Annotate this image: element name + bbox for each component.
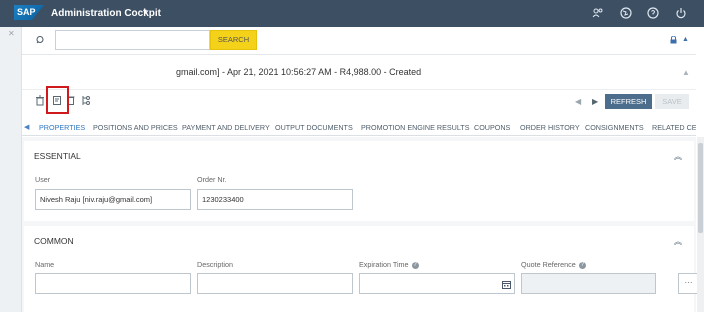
workflow-icon[interactable] bbox=[80, 95, 92, 107]
search-input[interactable] bbox=[55, 30, 210, 50]
previous-icon[interactable]: ◀ bbox=[575, 97, 581, 106]
search-row: SEARCH ▲ bbox=[22, 27, 696, 55]
section-title: COMMON bbox=[34, 236, 74, 246]
calendar-icon[interactable] bbox=[502, 277, 511, 296]
tab-order-history[interactable]: ORDER HISTORY bbox=[520, 123, 580, 132]
help-icon[interactable]: ? bbox=[578, 261, 586, 269]
search-type-icon[interactable] bbox=[35, 35, 45, 48]
tab-bar: ◀ PROPERTIES POSITIONS AND PRICES PAYMEN… bbox=[22, 120, 696, 136]
search-button[interactable]: SEARCH bbox=[210, 30, 257, 50]
tab-related[interactable]: RELATED CE bbox=[652, 123, 696, 132]
chevron-down-icon[interactable]: ▾ bbox=[143, 7, 147, 16]
description-field[interactable] bbox=[197, 273, 353, 294]
next-icon[interactable]: ▶ bbox=[592, 97, 598, 106]
refresh-button[interactable]: REFRESH bbox=[605, 94, 652, 109]
quote-reference-label: Quote Reference? bbox=[521, 260, 586, 269]
tab-output-documents[interactable]: OUTPUT DOCUMENTS bbox=[275, 123, 353, 132]
sap-logo: SAP bbox=[14, 5, 44, 20]
quote-reference-field[interactable]: ··· bbox=[521, 273, 699, 294]
help-icon[interactable]: ? bbox=[411, 261, 419, 269]
close-icon[interactable]: ✕ bbox=[8, 29, 15, 38]
annotation-highlight bbox=[46, 86, 69, 114]
user-label: User bbox=[35, 175, 51, 184]
expiration-time-field[interactable] bbox=[359, 273, 515, 294]
tab-properties[interactable]: PROPERTIES bbox=[39, 123, 85, 132]
collapse-icon[interactable]: ︽ bbox=[674, 151, 682, 162]
save-button[interactable]: SAVE bbox=[655, 94, 689, 109]
name-label: Name bbox=[35, 260, 55, 269]
power-icon[interactable] bbox=[675, 7, 687, 19]
collapse-icon[interactable]: ▲ bbox=[682, 68, 690, 77]
common-section: COMMON ︽ Name Description Expiration Tim… bbox=[24, 226, 699, 312]
left-rail: ✕ bbox=[0, 27, 22, 312]
users-icon[interactable] bbox=[592, 7, 604, 19]
redacted-area bbox=[24, 64, 176, 80]
tab-payment-and-delivery[interactable]: PAYMENT AND DELIVERY bbox=[182, 123, 270, 132]
description-label: Description bbox=[197, 260, 233, 269]
tab-consignments[interactable]: CONSIGNMENTS bbox=[585, 123, 644, 132]
order-number-field[interactable]: 1230233400 bbox=[197, 189, 353, 210]
section-title: ESSENTIAL bbox=[34, 151, 81, 161]
scrollbar-thumb[interactable] bbox=[698, 143, 703, 233]
properties-panel: ESSENTIAL ︽ User Nivesh Raju [niv.raju@g… bbox=[22, 137, 699, 312]
collapse-icon[interactable]: ︽ bbox=[674, 236, 682, 247]
user-field[interactable]: Nivesh Raju [niv.raju@gmail.com] bbox=[35, 189, 191, 210]
expiration-time-label-text: Expiration Time bbox=[359, 260, 409, 269]
object-title-row: gmail.com] - Apr 21, 2021 10:56:27 AM - … bbox=[22, 58, 696, 88]
tab-scroll-left-icon[interactable]: ◀ bbox=[24, 123, 29, 131]
tab-promotion-engine-results[interactable]: PROMOTION ENGINE RESULTS bbox=[361, 123, 470, 132]
delete-icon[interactable] bbox=[34, 95, 46, 107]
quote-reference-label-text: Quote Reference bbox=[521, 260, 576, 269]
active-tab-indicator bbox=[38, 135, 84, 136]
shell-bar: SAP Administration Cockpit ▾ bbox=[0, 0, 704, 27]
toolbar: ◀ ▶ REFRESH SAVE bbox=[22, 89, 696, 113]
browse-button[interactable]: ··· bbox=[678, 273, 699, 294]
help-icon[interactable] bbox=[647, 7, 659, 19]
collapse-icon[interactable]: ▲ bbox=[682, 36, 689, 43]
expiration-time-label: Expiration Time? bbox=[359, 260, 419, 269]
name-field[interactable] bbox=[35, 273, 191, 294]
lock-icon[interactable] bbox=[670, 35, 677, 46]
scrollbar[interactable] bbox=[697, 137, 704, 312]
essential-section: ESSENTIAL ︽ User Nivesh Raju [niv.raju@g… bbox=[24, 141, 694, 221]
page-title: gmail.com] - Apr 21, 2021 10:56:27 AM - … bbox=[176, 67, 422, 77]
tab-coupons[interactable]: COUPONS bbox=[474, 123, 510, 132]
tab-positions-and-prices[interactable]: POSITIONS AND PRICES bbox=[93, 123, 178, 132]
order-number-label: Order Nr. bbox=[197, 175, 227, 184]
globe-icon[interactable] bbox=[620, 7, 632, 19]
